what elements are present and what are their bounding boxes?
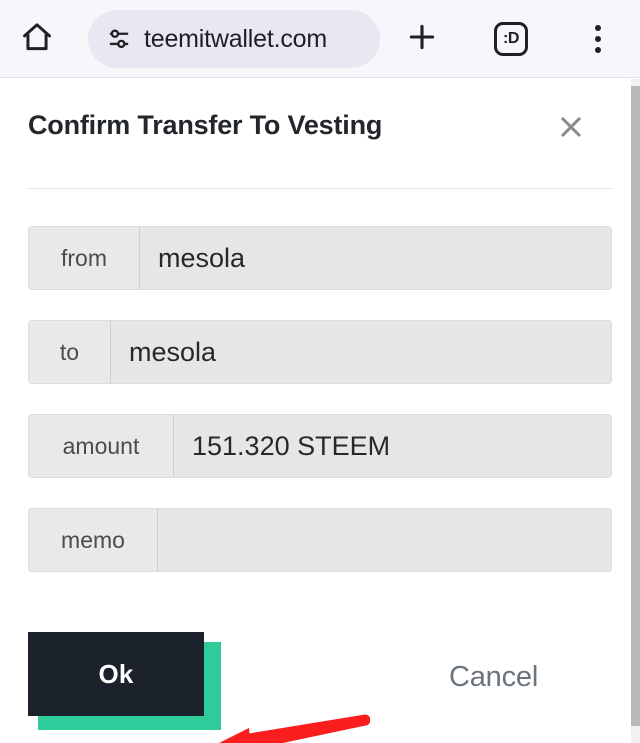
cancel-button[interactable]: Cancel	[449, 661, 538, 694]
annotation-arrow-icon	[205, 709, 371, 743]
page-content: Confirm Transfer To Vesting from mesola …	[0, 79, 640, 743]
dialog-divider	[28, 188, 612, 189]
three-dot-menu-icon	[595, 25, 601, 53]
tab-count-label: :D	[503, 30, 519, 47]
field-label-to: to	[29, 321, 111, 383]
plus-icon	[405, 20, 439, 59]
browser-toolbar: teemitwallet.com :D	[0, 0, 640, 78]
tab-switcher-button[interactable]: :D	[487, 16, 535, 62]
home-button[interactable]	[14, 16, 60, 62]
tab-count-icon: :D	[494, 22, 528, 56]
field-value-to: mesola	[111, 321, 611, 383]
field-value-from: mesola	[140, 227, 611, 289]
new-tab-button[interactable]	[398, 16, 446, 62]
field-row-to: to mesola	[28, 320, 612, 384]
ok-button-wrapper: Ok	[28, 632, 221, 730]
url-text: teemitwallet.com	[144, 24, 327, 53]
close-x-icon	[556, 112, 586, 147]
field-value-memo	[158, 509, 611, 571]
field-row-from: from mesola	[28, 226, 612, 290]
close-dialog-button[interactable]	[551, 109, 591, 149]
field-label-memo: memo	[29, 509, 158, 571]
field-label-from: from	[29, 227, 140, 289]
ok-button[interactable]: Ok	[28, 632, 204, 716]
ok-button-label: Ok	[98, 658, 134, 689]
home-icon	[20, 20, 54, 59]
field-row-amount: amount 151.320 STEEM	[28, 414, 612, 478]
browser-menu-button[interactable]	[574, 16, 622, 62]
url-bar[interactable]: teemitwallet.com	[88, 10, 380, 68]
field-value-amount: 151.320 STEEM	[174, 415, 611, 477]
field-row-memo: memo	[28, 508, 612, 572]
field-label-amount: amount	[29, 415, 174, 477]
tune-sliders-icon[interactable]	[104, 24, 134, 54]
dialog-title: Confirm Transfer To Vesting	[28, 110, 383, 140]
page-scrollbar-thumb[interactable]	[631, 86, 640, 726]
